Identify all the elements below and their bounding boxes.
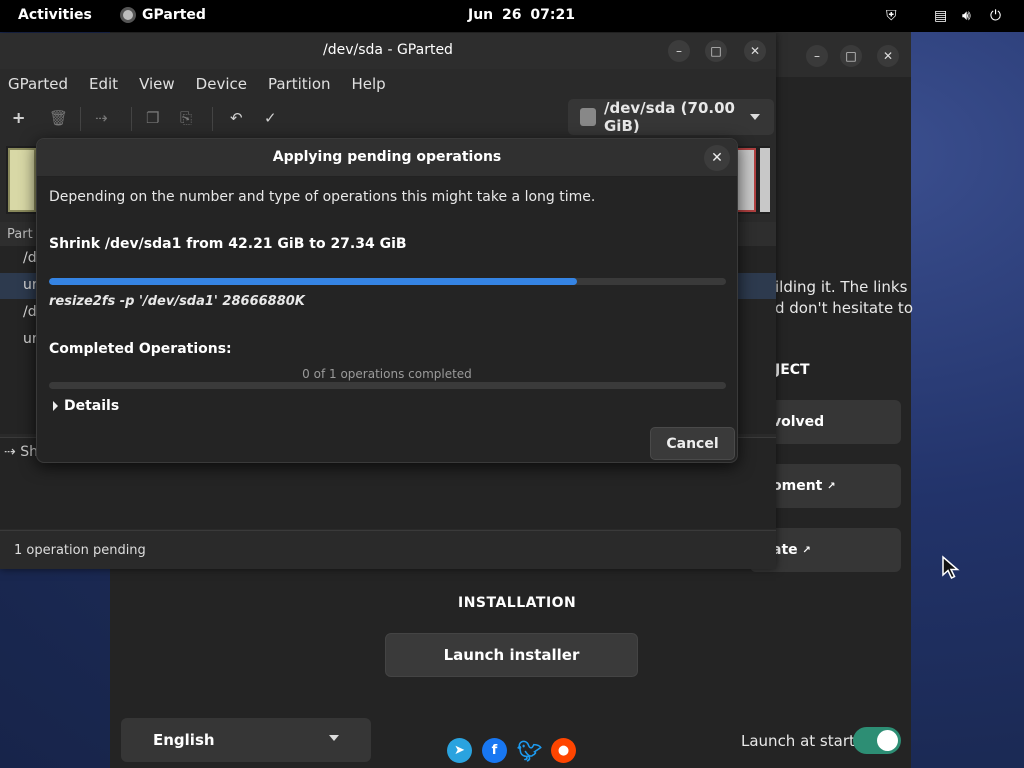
keyboard-icon[interactable]: ▤ [934,8,947,24]
close-icon[interactable]: ✕ [877,45,899,67]
current-operation: Shrink /dev/sda1 from 42.21 GiB to 27.34… [49,236,407,252]
maximize-icon[interactable]: □ [840,45,862,67]
language-value: English [153,731,215,749]
device-select[interactable]: /dev/sda (70.00 GiB) [568,99,774,135]
dialog-description: Depending on the number and type of oper… [49,189,596,205]
details-expander[interactable]: Details [53,398,119,414]
shield-icon[interactable]: ⛨ [886,8,897,24]
copy-icon[interactable]: ❐ [146,109,159,127]
details-label: Details [64,398,120,414]
menu-edit[interactable]: Edit [81,69,126,99]
partition-block[interactable] [8,148,36,212]
disk-icon [580,108,596,126]
pending-operation-item[interactable]: ⇢ Sh [4,444,38,460]
development-label: oment [772,478,823,494]
dialog-body: Depending on the number and type of oper… [37,177,737,462]
activities-button[interactable]: Activities [18,7,92,23]
get-involved-label: volved [772,414,825,430]
mouse-cursor-icon [942,555,960,580]
toolbar-separator [80,107,81,131]
toolbar-separator [212,107,213,131]
volume-icon[interactable]: 🔊︎ [962,8,971,24]
apply-check-icon[interactable]: ✓ [264,109,277,127]
power-icon[interactable]: ⏻ [990,8,1001,24]
menu-device[interactable]: Device [188,69,255,99]
minimize-icon[interactable]: – [668,40,690,62]
delete-icon[interactable]: 🗑︎ [49,109,68,127]
facebook-icon[interactable]: f [482,738,507,763]
close-icon[interactable]: ✕ [744,40,766,62]
cancel-button[interactable]: Cancel [650,427,735,460]
apply-operations-dialog: Applying pending operations ✕ Depending … [36,138,738,463]
launch-installer-button[interactable]: Launch installer [385,633,638,677]
welcome-text-line: ilding it. The links [775,278,908,296]
close-icon[interactable]: ✕ [704,145,730,171]
operation-progress-bar [49,278,726,285]
device-select-value: /dev/sda (70.00 GiB) [604,99,735,135]
external-link-icon: ↗ [827,480,836,492]
window-title: /dev/sda - GParted [323,42,453,58]
project-heading: JECT [775,362,810,378]
new-partition-icon[interactable]: ➕︎ [13,109,24,127]
chevron-down-icon [329,735,339,741]
chevron-down-icon [750,114,760,120]
top-bar: Activities GParted Jun 26 07:21 ⛨ ▤ 🔊︎ ⏻ [0,0,1024,32]
paste-icon[interactable]: ⎘ [180,109,192,127]
resize-move-icon[interactable]: ⇢ [95,109,108,127]
dialog-header: Applying pending operations ✕ [37,139,737,177]
toolbar-separator [131,107,132,131]
status-bar: 1 operation pending [0,530,776,569]
minimize-icon[interactable]: – [806,45,828,67]
completed-count: 0 of 1 operations completed [302,367,472,381]
menu-partition[interactable]: Partition [260,69,339,99]
app-menu[interactable]: GParted [120,7,206,23]
current-command: resize2fs -p '/dev/sda1' 28666880K [49,294,305,309]
progress-fill [49,278,578,285]
menu-help[interactable]: Help [344,69,394,99]
twitter-icon[interactable]: 🐦︎ [517,738,542,763]
language-select[interactable]: English [121,718,371,762]
maximize-icon[interactable]: □ [705,40,727,62]
telegram-icon[interactable]: ➤ [447,738,472,763]
toggle-knob [877,730,898,751]
partition-block[interactable] [760,148,770,212]
welcome-text-line: d don't hesitate to [775,299,913,317]
app-menu-label: GParted [142,7,206,23]
dialog-title: Applying pending operations [272,149,502,165]
launch-at-start-toggle[interactable] [853,727,901,754]
reddit-icon[interactable]: ● [551,738,576,763]
undo-icon[interactable]: ↶ [230,109,243,127]
launch-at-start-label: Launch at start [741,732,855,750]
menu-view[interactable]: View [131,69,183,99]
disclosure-triangle-icon [53,401,58,411]
completed-operations-label: Completed Operations: [49,341,232,357]
gparted-titlebar: /dev/sda - GParted – □ ✕ [0,33,776,69]
external-link-icon: ↗ [802,544,811,556]
clock[interactable]: Jun 26 07:21 [468,7,575,23]
menu-gparted[interactable]: GParted [0,69,76,99]
installation-heading: INSTALLATION [458,595,577,611]
completed-progress-bar [49,382,726,389]
gparted-app-icon [120,7,136,23]
menu-bar: GParted Edit View Device Partition Help [0,69,776,99]
operation-arrow-icon: ⇢ [4,444,16,460]
